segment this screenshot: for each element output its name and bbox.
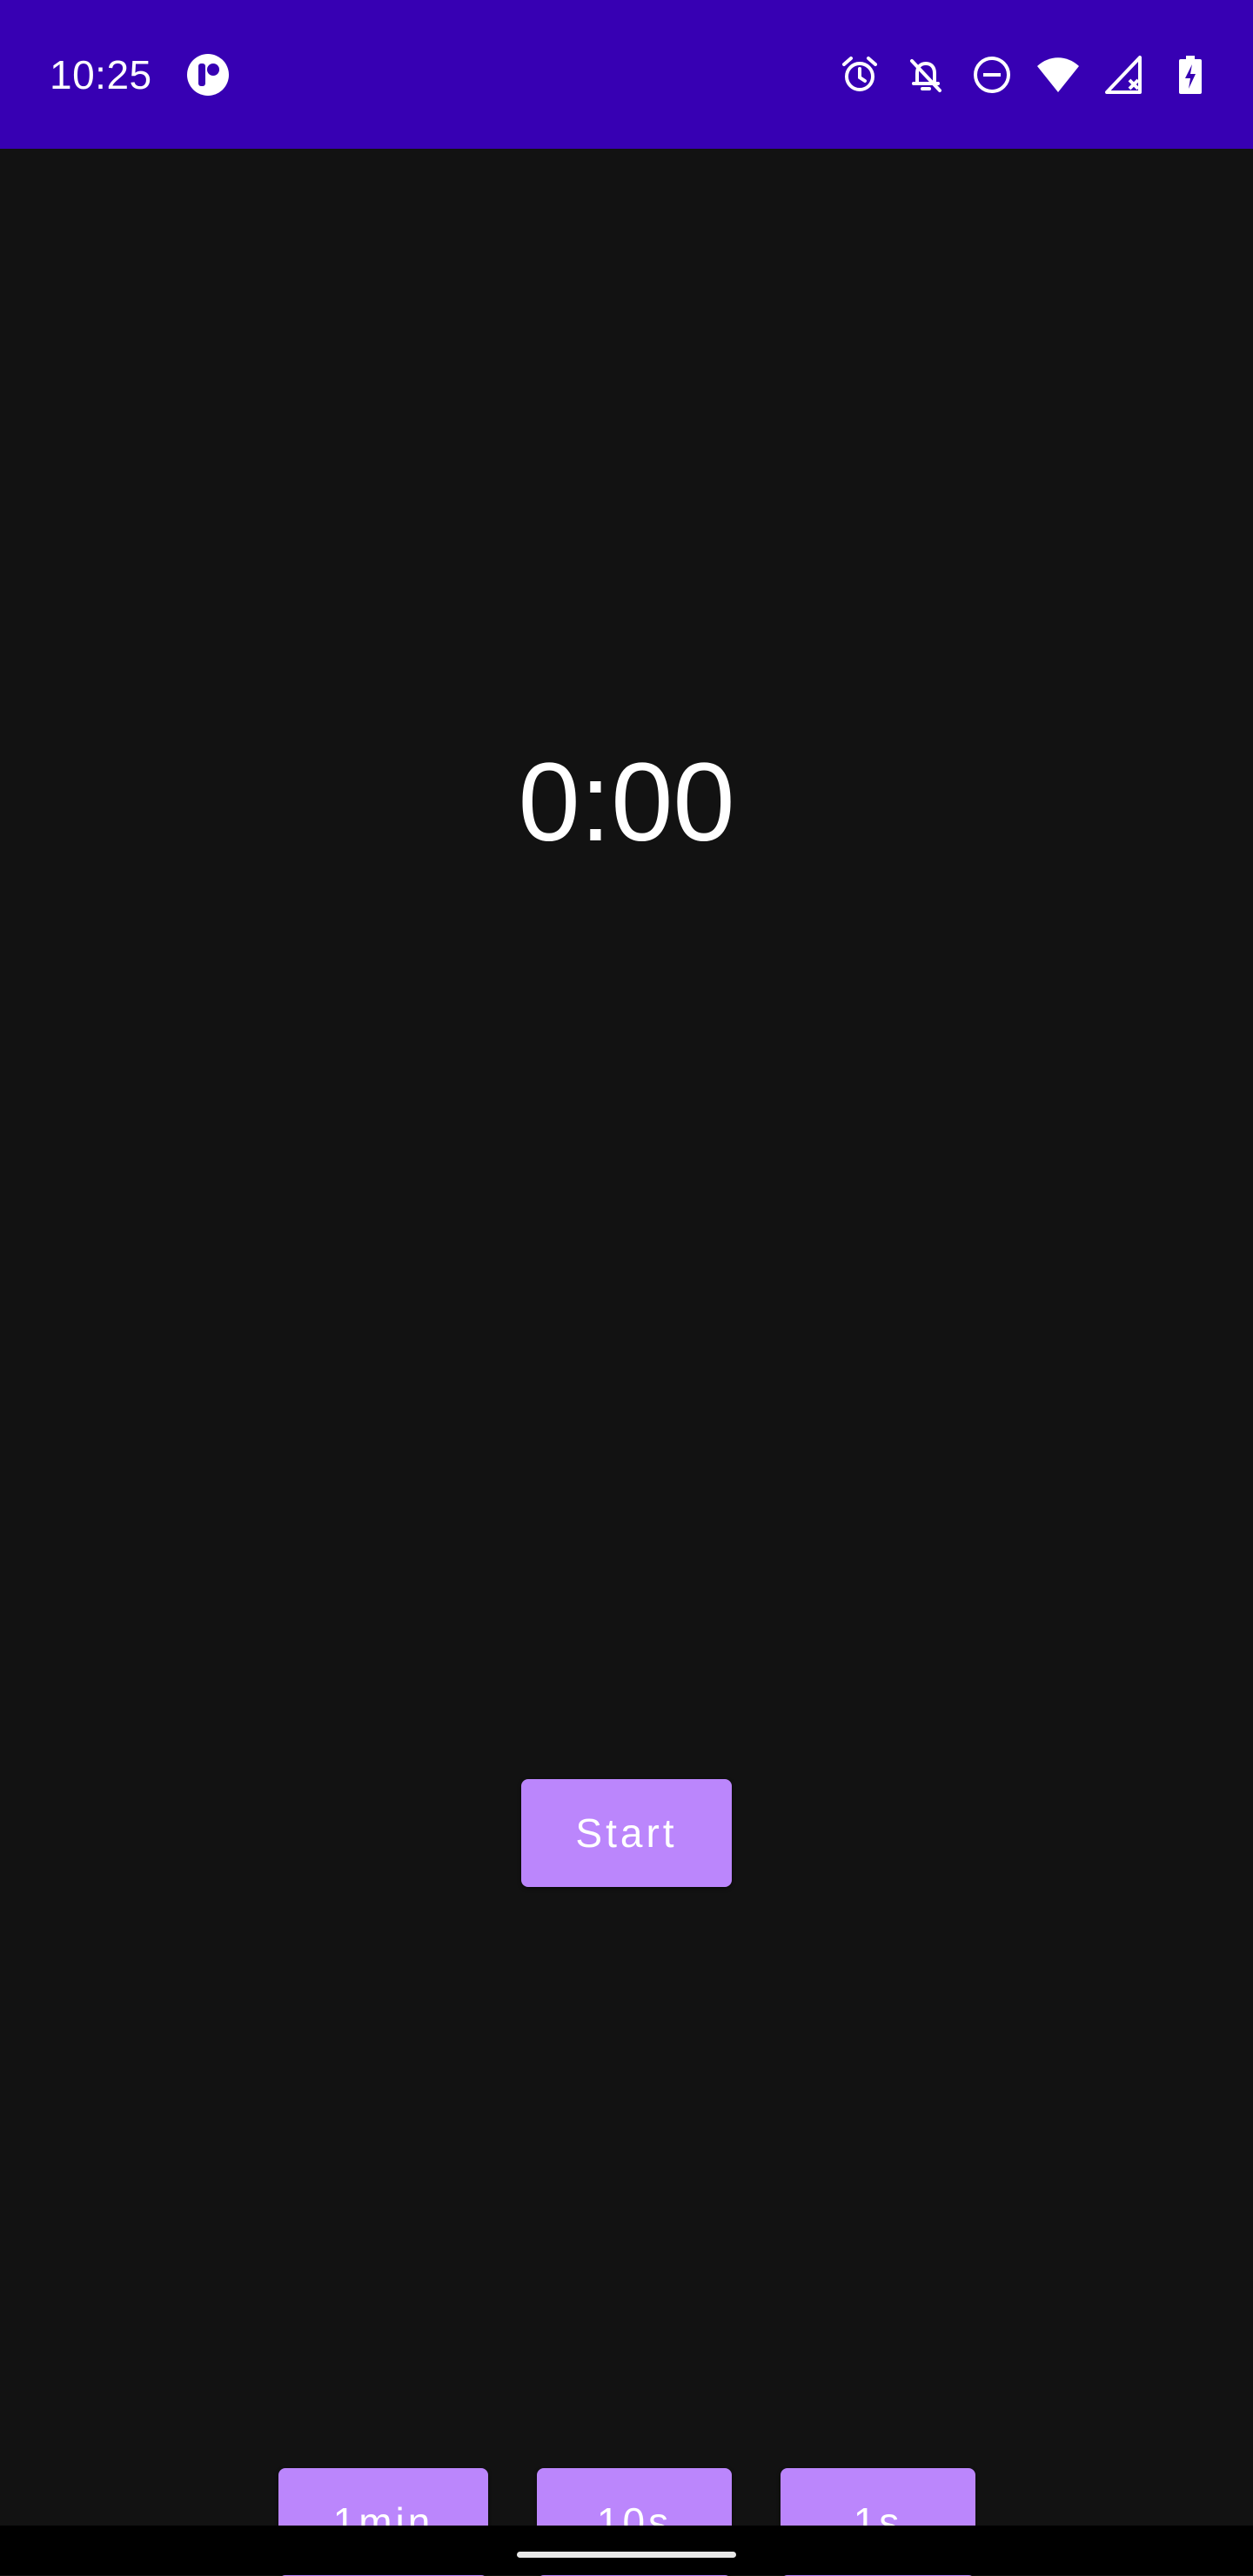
navigation-bar (0, 2526, 1253, 2575)
battery-charging-icon (1168, 52, 1213, 97)
alarm-icon (837, 52, 882, 97)
timer-screen: 0:00 Start 1min 10s 1s (0, 149, 1253, 2576)
timer-display: 0:00 (518, 740, 735, 865)
cellular-no-signal-icon (1102, 52, 1147, 97)
notifications-off-icon (903, 52, 948, 97)
do-not-disturb-icon (969, 52, 1015, 97)
status-time: 10:25 (50, 52, 152, 97)
start-button[interactable]: Start (521, 1779, 732, 1887)
status-bar: 10:25 (0, 0, 1253, 149)
gesture-navigation-handle[interactable] (517, 2552, 736, 2558)
app-notification-icon (186, 53, 230, 97)
status-icons (837, 50, 1213, 99)
wifi-icon (1035, 52, 1081, 97)
